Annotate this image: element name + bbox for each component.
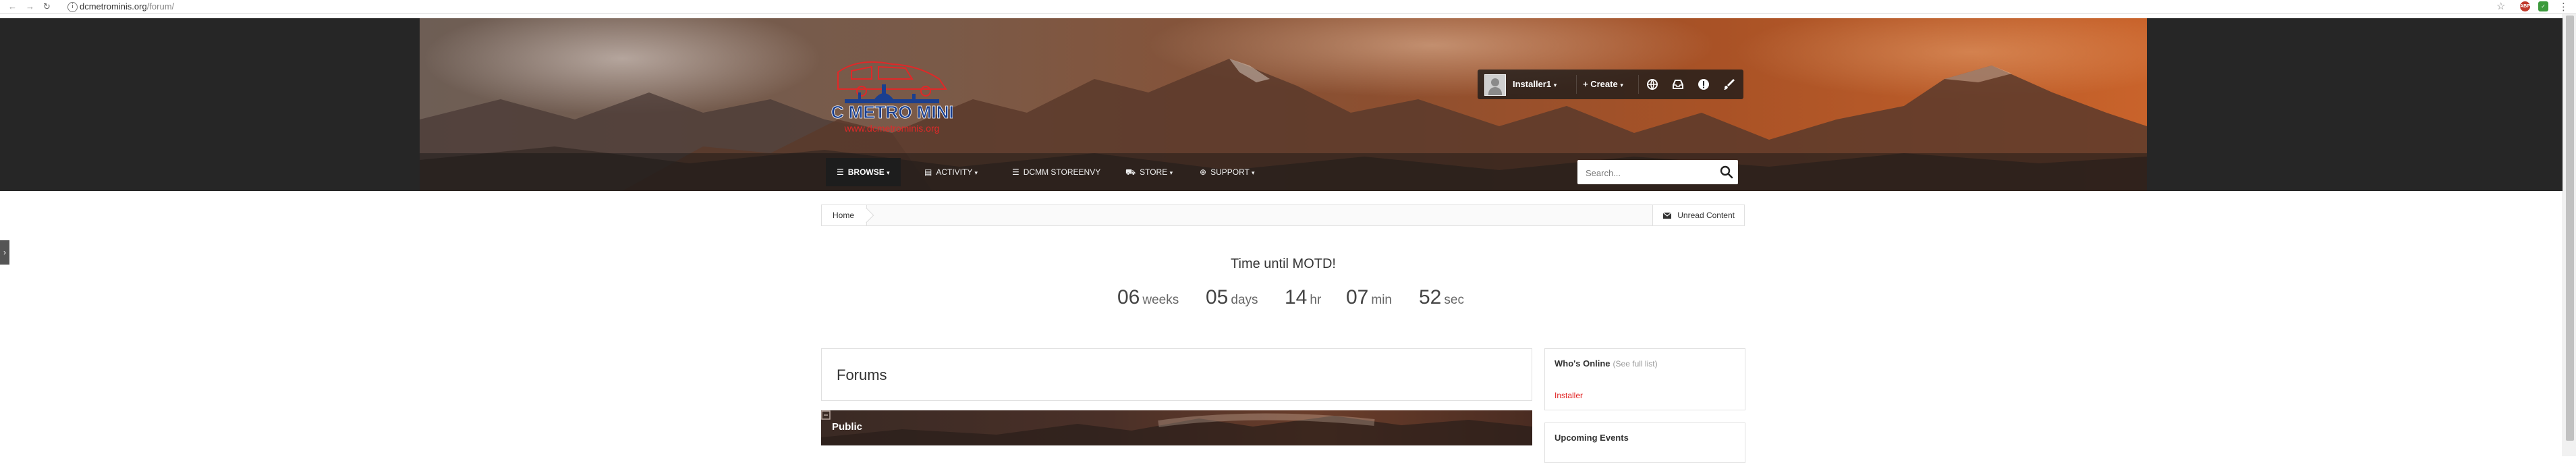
countdown-seconds: 52 sec bbox=[1419, 286, 1464, 309]
logo-wordmark: DC METRO MINIS bbox=[831, 102, 953, 122]
unread-content-link[interactable]: Unread Content bbox=[1652, 205, 1744, 225]
whos-online-heading: Who's Online bbox=[1555, 358, 1611, 369]
whos-online-title: Who's Online (See full list) bbox=[1555, 358, 1658, 369]
forums-title: Forums bbox=[837, 366, 887, 383]
nav-dcmm-storeenvy[interactable]: ☰ DCMM Storeenvy bbox=[1009, 158, 1103, 186]
countdown-weeks-value: 06 bbox=[1117, 286, 1140, 308]
green-extension-icon[interactable]: ✓ bbox=[2538, 1, 2548, 11]
nav-support[interactable]: ⊕ Support ▾ bbox=[1197, 158, 1258, 186]
see-full-list-link[interactable]: (See full list) bbox=[1613, 359, 1658, 369]
lifebuoy-icon: ⊕ bbox=[1200, 167, 1207, 177]
sidebar-drawer-toggle[interactable]: › bbox=[0, 240, 9, 265]
search-input[interactable] bbox=[1584, 160, 1715, 186]
site-header: DC METRO MINIS www.dcmetrominis.org Inst… bbox=[0, 18, 2563, 191]
chevron-right-icon: › bbox=[3, 248, 6, 257]
url-domain: dcmetrominis.org bbox=[80, 1, 147, 11]
search-icon[interactable] bbox=[1719, 165, 1734, 180]
nav-storeenvy-label: DCMM Storeenvy bbox=[1023, 167, 1101, 177]
nav-store[interactable]: ⛟ Store ▾ bbox=[1123, 158, 1175, 186]
forums-header: Forums bbox=[821, 348, 1532, 401]
search-box bbox=[1577, 160, 1738, 186]
chevron-down-icon: ▾ bbox=[974, 169, 978, 176]
browser-menu-icon[interactable]: ⋮ bbox=[2558, 1, 2569, 13]
nav-activity-label: Activity bbox=[936, 167, 973, 177]
browser-toolbar: ← → ↻ i dcmetrominis.org/forum/ ☆ ABP ✓ … bbox=[0, 0, 2576, 14]
plus-icon: + bbox=[1583, 79, 1588, 89]
countdown-days-unit: days bbox=[1231, 293, 1258, 307]
countdown-hours: 14 hr bbox=[1285, 286, 1321, 309]
url-path: /forum/ bbox=[146, 1, 175, 11]
countdown-days: 05 days bbox=[1206, 286, 1258, 309]
chevron-down-icon: ▾ bbox=[1169, 169, 1173, 176]
countdown-hours-unit: hr bbox=[1310, 293, 1322, 307]
site-logo[interactable]: DC METRO MINIS www.dcmetrominis.org bbox=[831, 52, 953, 152]
forum-category-public[interactable]: Public bbox=[821, 410, 1532, 445]
adblock-extension-icon[interactable]: ABP bbox=[2520, 1, 2530, 11]
unread-content-icon bbox=[1662, 212, 1672, 219]
unread-content-label: Unread Content bbox=[1677, 211, 1735, 220]
countdown-seconds-value: 52 bbox=[1419, 286, 1442, 308]
user-bar: Installer1 ▾ + Create ▾ bbox=[1478, 70, 1743, 99]
username: Installer1 bbox=[1513, 79, 1552, 89]
divider bbox=[1576, 75, 1577, 94]
logo-car-outline-icon bbox=[837, 61, 947, 97]
divider bbox=[1638, 75, 1639, 94]
site-info-icon[interactable]: i bbox=[67, 2, 78, 12]
reload-icon[interactable]: ↻ bbox=[43, 1, 51, 11]
countdown-seconds-unit: sec bbox=[1444, 293, 1464, 307]
chevron-down-icon: ▾ bbox=[887, 169, 890, 176]
countdown-title: Time until MOTD! bbox=[1231, 256, 1336, 271]
user-avatar[interactable] bbox=[1484, 74, 1506, 96]
nav-support-label: Support bbox=[1210, 167, 1250, 177]
online-user-link[interactable]: Installer bbox=[1555, 391, 1583, 400]
nav-store-label: Store bbox=[1140, 167, 1168, 177]
alert-icon[interactable] bbox=[1696, 77, 1711, 92]
upcoming-events-widget: Upcoming Events bbox=[1544, 423, 1745, 463]
globe-notifications-icon[interactable] bbox=[1645, 77, 1660, 92]
logo-url: www.dcmetrominis.org bbox=[844, 123, 940, 134]
upcoming-events-title: Upcoming Events bbox=[1555, 433, 1629, 443]
page-scrollbar[interactable] bbox=[2563, 14, 2576, 456]
activity-icon: ▤ bbox=[924, 167, 932, 177]
address-bar[interactable]: dcmetrominis.org/forum/ bbox=[80, 1, 174, 12]
chevron-down-icon: ▾ bbox=[1553, 82, 1557, 88]
countdown-weeks-unit: weeks bbox=[1142, 293, 1179, 307]
chevron-down-icon: ▾ bbox=[1251, 169, 1255, 176]
whos-online-widget: Who's Online (See full list) Installer bbox=[1544, 348, 1745, 410]
countdown-minutes: 07 min bbox=[1346, 286, 1392, 309]
create-menu[interactable]: + Create ▾ bbox=[1583, 78, 1623, 91]
breadcrumb: Home Unread Content bbox=[821, 205, 1745, 226]
countdown-weeks: 06 weeks bbox=[1117, 286, 1179, 309]
inbox-icon[interactable] bbox=[1671, 77, 1685, 92]
create-label: Create bbox=[1590, 79, 1618, 89]
collapse-category-icon[interactable] bbox=[821, 410, 831, 420]
countdown-hours-value: 14 bbox=[1285, 286, 1308, 308]
scrollbar-thumb[interactable] bbox=[2566, 16, 2574, 441]
bookmark-star-icon[interactable]: ☆ bbox=[2496, 0, 2505, 12]
cart-icon: ⛟ bbox=[1125, 167, 1136, 177]
paintbrush-theme-icon[interactable] bbox=[1722, 77, 1737, 92]
countdown-minutes-unit: min bbox=[1371, 293, 1392, 307]
category-banner-mountains bbox=[821, 413, 1532, 445]
header-banner bbox=[420, 18, 2147, 191]
nav-activity[interactable]: ▤ Activity ▾ bbox=[922, 158, 980, 186]
nav-browse-label: Browse bbox=[847, 167, 885, 177]
user-menu[interactable]: Installer1 ▾ bbox=[1513, 78, 1557, 91]
countdown-days-value: 05 bbox=[1206, 286, 1229, 308]
chevron-down-icon: ▾ bbox=[1620, 82, 1623, 88]
category-title: Public bbox=[832, 421, 863, 433]
forward-icon[interactable]: → bbox=[26, 1, 34, 11]
countdown-minutes-value: 07 bbox=[1346, 286, 1369, 308]
list-icon: ☰ bbox=[837, 167, 844, 177]
breadcrumb-home[interactable]: Home bbox=[822, 205, 868, 225]
document-icon: ☰ bbox=[1012, 167, 1019, 177]
nav-browse[interactable]: ☰ Browse ▾ bbox=[826, 158, 901, 186]
main-navigation-bar bbox=[420, 153, 2147, 191]
back-icon[interactable]: ← bbox=[8, 1, 17, 11]
